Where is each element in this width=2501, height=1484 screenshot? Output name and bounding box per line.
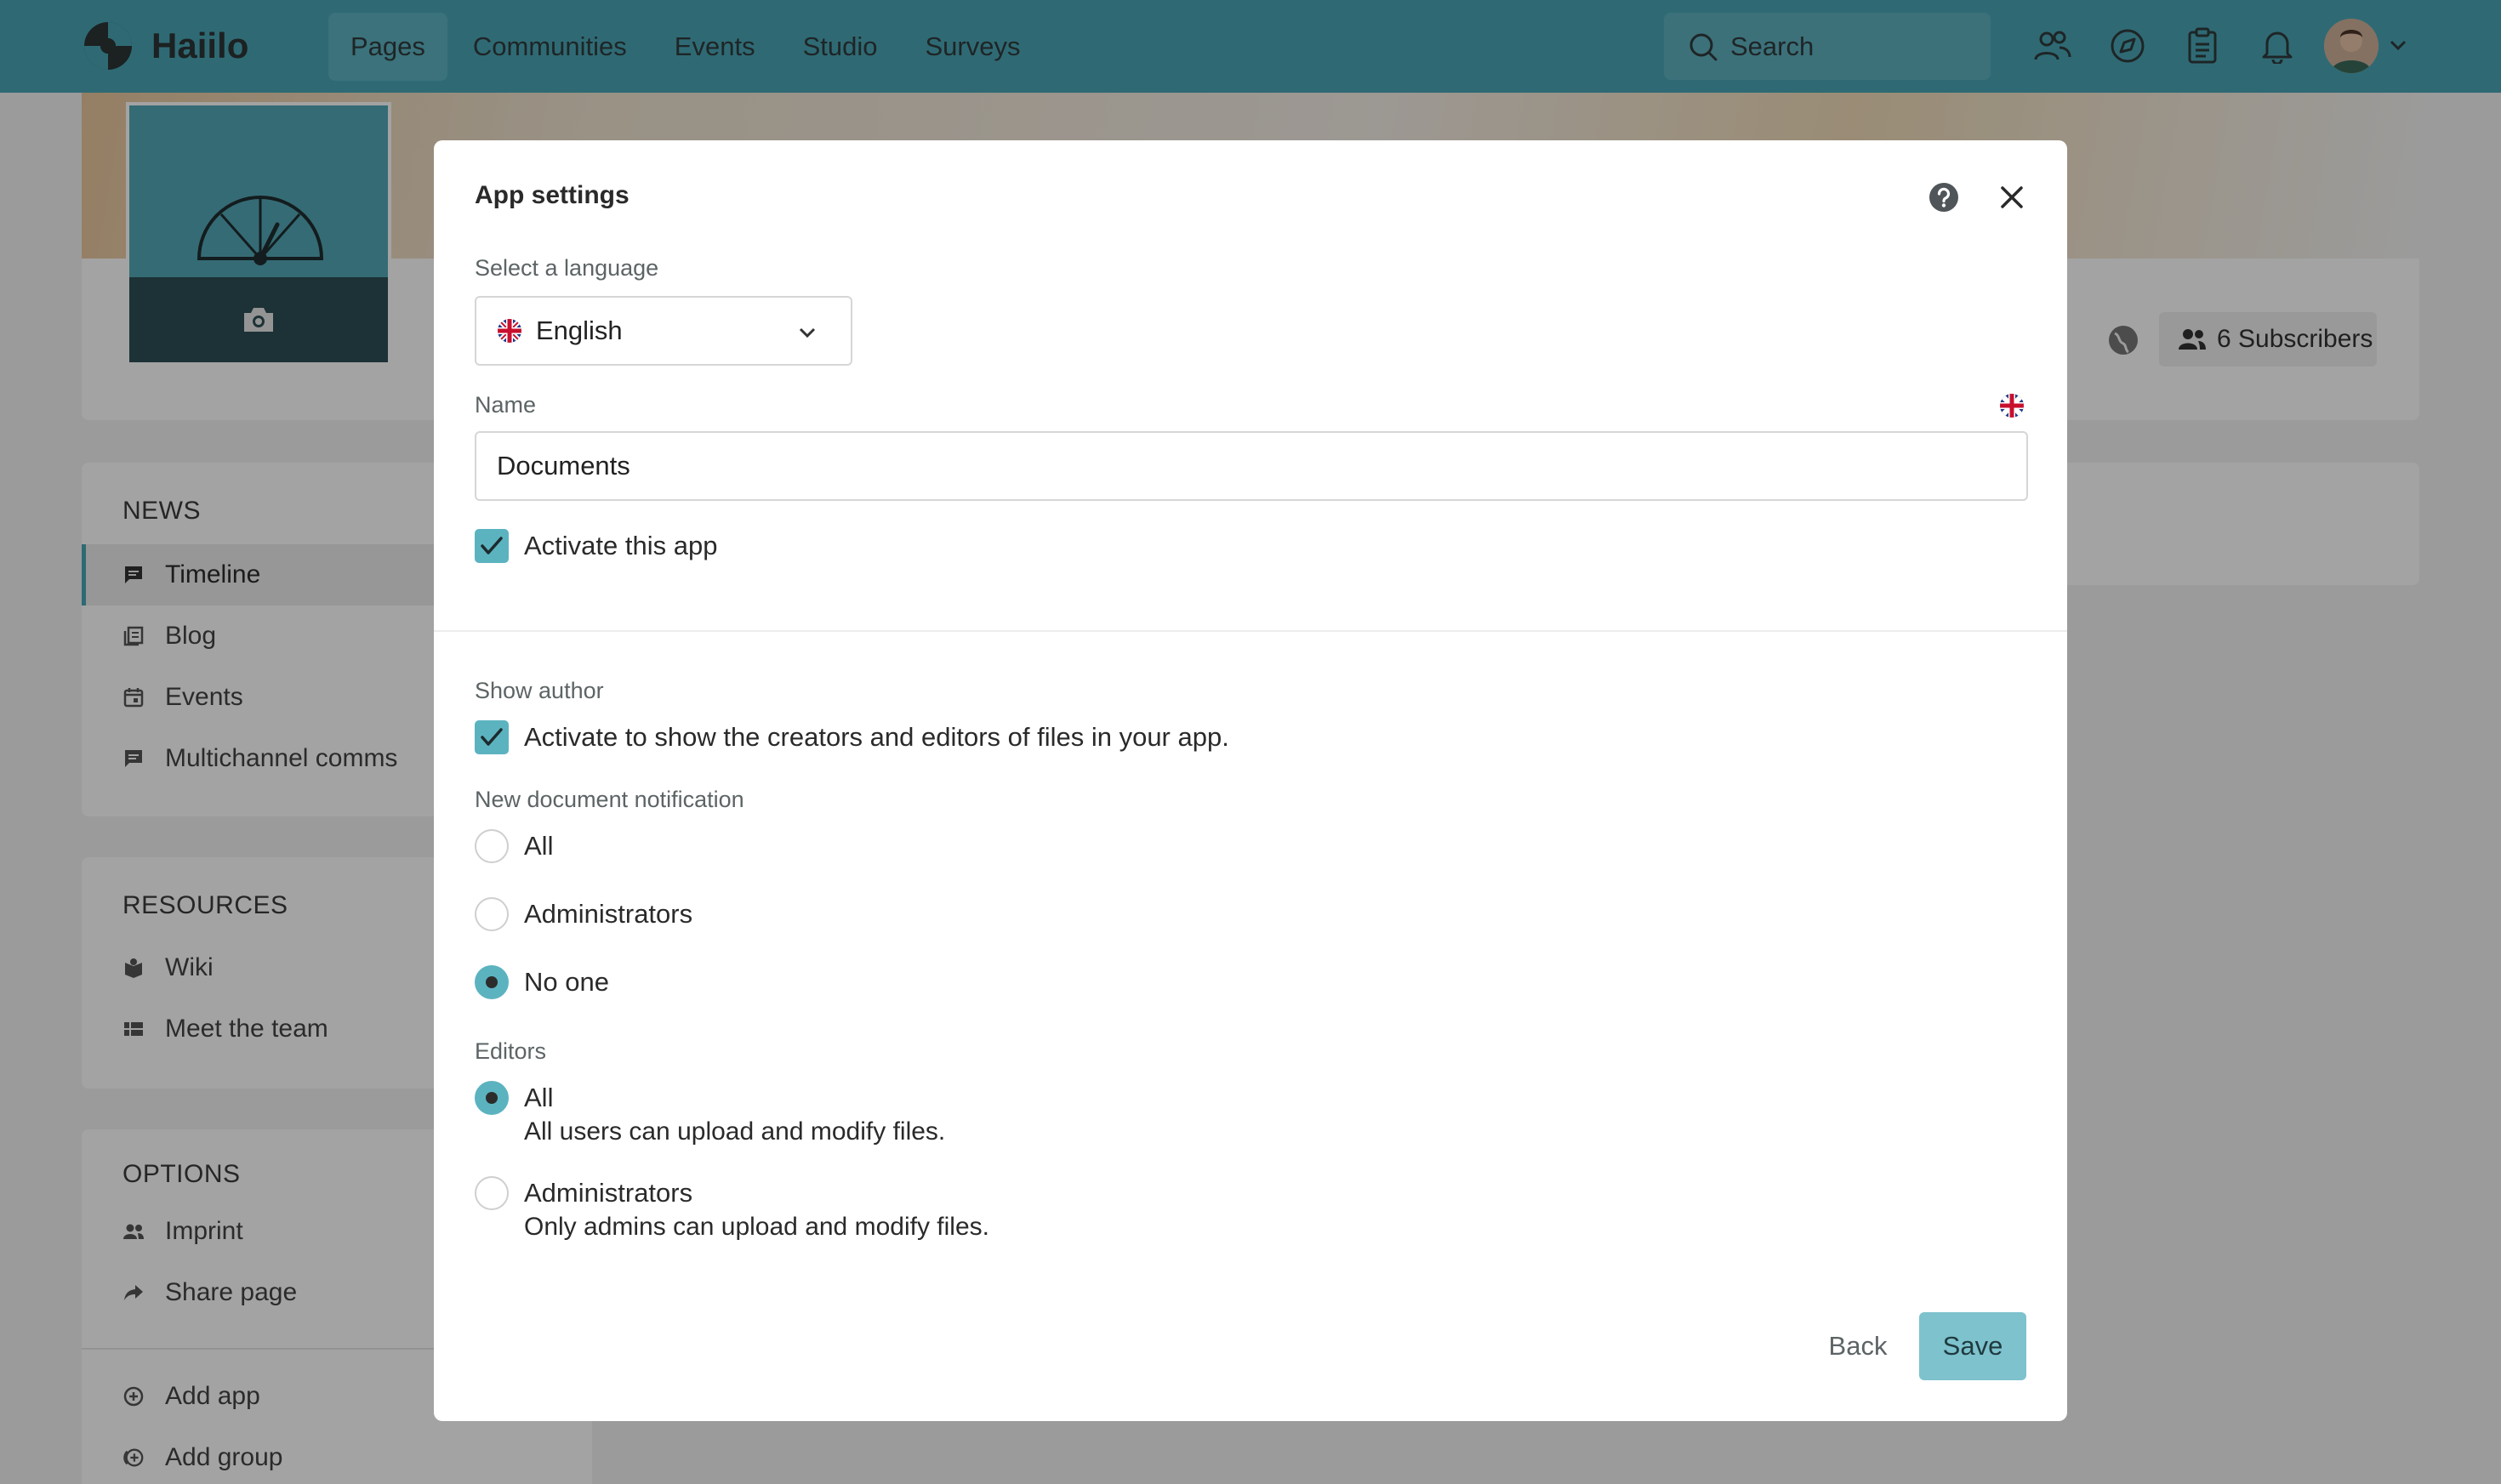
chevron-down-icon [799, 327, 816, 338]
language-label: Select a language [475, 255, 659, 281]
show-author-label: Show author [475, 678, 604, 703]
save-button[interactable]: Save [1919, 1312, 2026, 1380]
radio-label: All [524, 831, 554, 861]
notification-label: New document notification [475, 787, 744, 812]
name-input[interactable]: Documents [475, 431, 2028, 501]
help-icon[interactable] [1928, 181, 1960, 213]
dialog-title: App settings [475, 181, 630, 209]
radio-label: Administrators [524, 899, 693, 929]
editors-label: Editors [475, 1038, 547, 1064]
radio-button[interactable] [475, 829, 509, 863]
section-divider [434, 630, 2067, 632]
radio-button-selected[interactable] [475, 1081, 509, 1115]
name-label: Name [475, 392, 537, 418]
checkmark-icon [481, 537, 503, 554]
radio-button[interactable] [475, 1176, 509, 1210]
radio-button-selected[interactable] [475, 965, 509, 999]
notification-option-no-one[interactable]: No one [475, 965, 609, 999]
show-author-checkbox-label: Activate to show the creators and editor… [524, 722, 1229, 752]
notification-option-all[interactable]: All [475, 829, 553, 863]
activate-app-label: Activate this app [524, 531, 718, 560]
editors-option-administrators[interactable]: Administrators Only admins can upload an… [475, 1176, 989, 1244]
editors-option-all[interactable]: All All users can upload and modify file… [475, 1081, 945, 1149]
radio-description: Only admins can upload and modify files. [524, 1213, 989, 1241]
uk-flag-icon [2000, 394, 2024, 418]
checkmark-icon [481, 728, 503, 746]
radio-button[interactable] [475, 897, 509, 931]
radio-description: All users can upload and modify files. [524, 1117, 946, 1146]
language-value: English [536, 316, 623, 345]
activate-app-row[interactable]: Activate this app [475, 529, 717, 563]
notification-option-administrators[interactable]: Administrators [475, 897, 692, 931]
radio-label: No one [524, 967, 609, 997]
radio-label: All [524, 1083, 554, 1112]
uk-flag-icon [498, 319, 521, 343]
language-select[interactable]: English [475, 296, 852, 366]
app-settings-dialog: App settings Select a language English N… [434, 140, 2067, 1421]
close-icon[interactable] [1996, 181, 2028, 213]
radio-label: Administrators [524, 1178, 693, 1208]
show-author-row[interactable]: Activate to show the creators and editor… [475, 720, 1229, 754]
activate-app-checkbox[interactable] [475, 529, 509, 563]
show-author-checkbox[interactable] [475, 720, 509, 754]
back-button[interactable]: Back [1802, 1312, 1914, 1380]
